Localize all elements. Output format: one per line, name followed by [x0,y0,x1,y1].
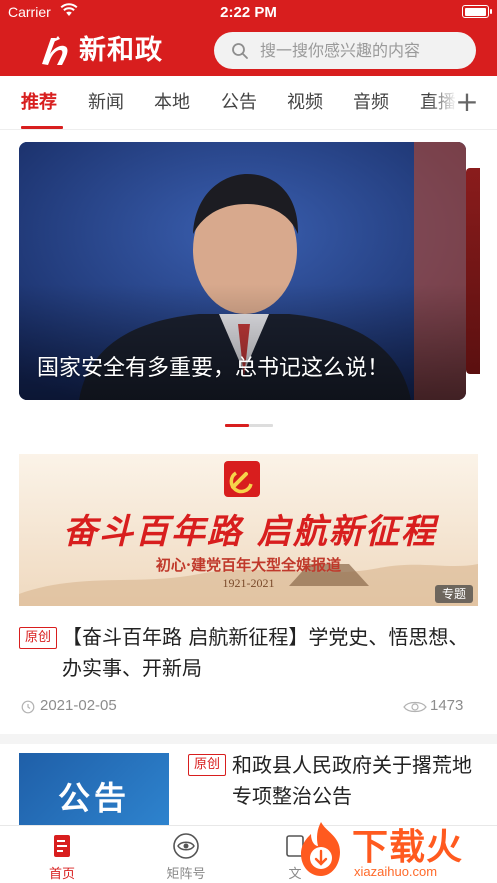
view-count: 1473 [430,697,464,714]
watermark-text: 下载火 [352,827,464,868]
battery-icon [462,5,492,18]
watermark-domain: xiazaihuo.com [354,864,438,879]
search-placeholder: 搜一搜你感兴趣的内容 [260,41,421,60]
nav-home[interactable]: 首页 [22,826,102,883]
original-badge: 原创 [188,754,226,776]
watermark: 下载火 xiazaihuo.com [290,818,490,883]
tab-news[interactable]: 新闻 [88,90,124,116]
banner-headline: 奋斗百年路 启航新征程 [63,512,437,552]
article-title[interactable]: 和政县人民政府关于撂荒地专项整治公告 [232,750,472,812]
active-tab-indicator [21,126,63,129]
tab-audio[interactable]: 音频 [353,90,389,116]
section-divider [0,734,497,744]
tab-local[interactable]: 本地 [154,90,190,116]
status-bar: Carrier 2:22 PM [0,0,497,24]
tab-recommend[interactable]: 推荐 [21,90,57,116]
tabs-fade [429,84,457,124]
app-logo-icon [42,36,68,65]
carousel-slide[interactable]: 国家安全有多重要，总书记这么说！ [19,142,466,400]
flame-logo-icon [301,822,340,876]
app-header: Carrier 2:22 PM 新和政 搜一搜你感兴趣的内容 [0,0,497,76]
carousel-indicator [225,424,273,427]
add-channel-icon[interactable]: + [455,88,479,116]
nav-label: 矩阵号 [166,867,206,882]
original-badge: 原创 [19,627,57,649]
banner-years: 1921-2021 [222,576,275,590]
article-title[interactable]: 【奋斗百年路 启航新征程】学党史、悟思想、办实事、开新局 [62,622,472,684]
banner-subtitle: 初心·建党百年大型全媒报道 [155,556,342,574]
carousel-dot [249,424,273,427]
topic-badge: 专题 [435,585,473,603]
nav-label: 首页 [48,867,75,882]
eye-icon [403,701,427,713]
carousel-next-slide-peek[interactable] [466,168,480,374]
battery-level [464,7,486,16]
carousel-caption: 国家安全有多重要，总书记这么说！ [37,356,390,381]
tab-notice[interactable]: 公告 [221,90,257,116]
channel-tabs: 推荐 新闻 本地 公告 视频 音频 直播 + [0,76,497,130]
status-time: 2:22 PM [220,4,277,21]
tab-video[interactable]: 视频 [287,90,323,116]
matrix-eye-icon [173,833,199,859]
nav-matrix[interactable]: 矩阵号 [146,826,226,883]
article-banner[interactable]: 奋斗百年路 启航新征程 初心·建党百年大型全媒报道 1921-2021 [19,454,478,606]
app-title: 新和政 [79,35,163,66]
thumbnail-text: 公告 [57,779,130,817]
app-root: Carrier 2:22 PM 新和政 搜一搜你感兴趣的内容 推荐 新闻 本地 … [0,0,497,883]
search-icon [232,43,248,59]
carousel-dot-active [225,424,249,427]
clock-icon [21,700,35,714]
article-date: 2021-02-05 [40,697,117,714]
party-emblem-icon [224,461,260,497]
home-news-icon [54,835,70,857]
search-input[interactable]: 搜一搜你感兴趣的内容 [214,32,476,69]
